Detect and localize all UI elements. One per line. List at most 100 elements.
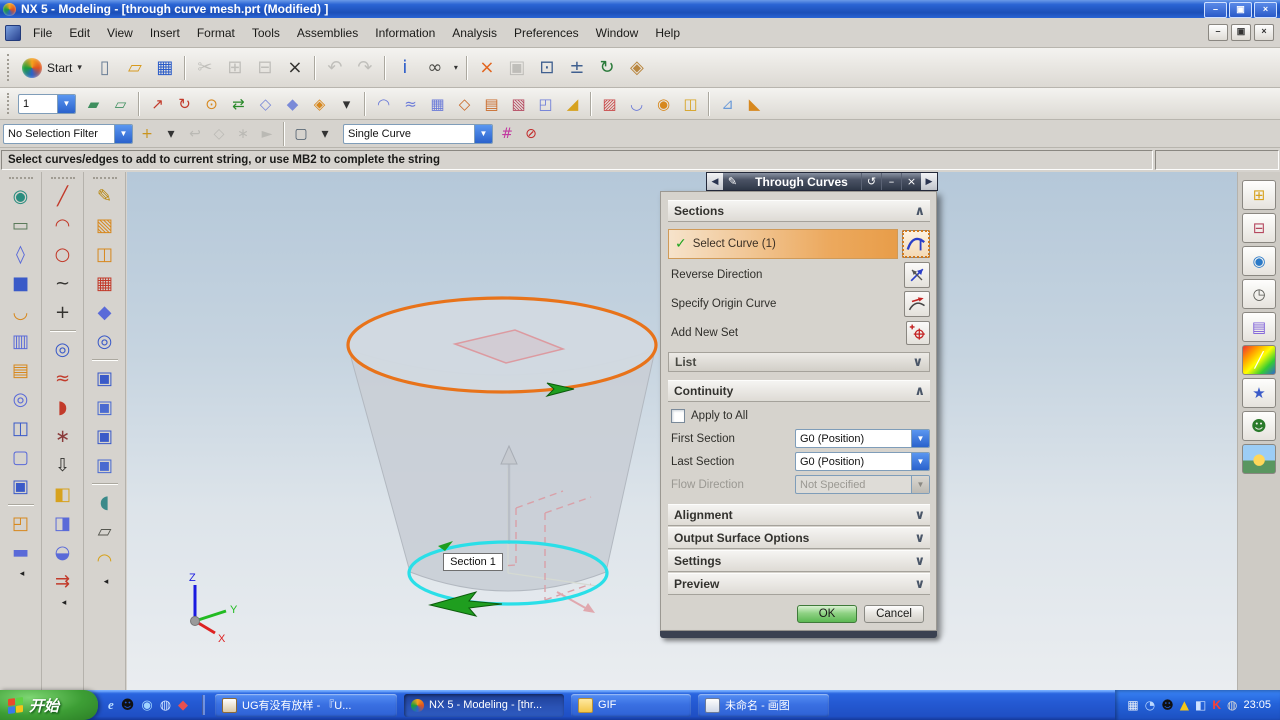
apply-to-all-checkbox[interactable] [671,409,685,423]
four-point-surface-icon[interactable]: ◫ [678,92,703,116]
circle-icon[interactable]: ○ [46,240,79,269]
wcs-dynamics-icon[interactable]: ↗ [145,92,170,116]
add-new-set-button[interactable] [906,320,930,345]
extrude-icon[interactable]: ▥ [4,327,37,356]
new-file-icon[interactable]: ▯ [91,54,119,82]
zoom-in-out-icon[interactable]: ± [563,54,591,82]
open-file-icon[interactable]: ▱ [121,54,149,82]
specify-origin-curve-button[interactable] [904,290,930,317]
cancel-button[interactable]: Cancel [864,605,924,623]
fit-view-icon[interactable]: × [473,54,501,82]
select-options-arrow[interactable]: ▾ [314,123,336,145]
doc-close-button[interactable]: × [1254,24,1274,41]
point-icon[interactable]: + [46,298,79,327]
menu-view[interactable]: View [99,23,141,43]
sketch-icon[interactable]: ✎ [88,182,121,211]
menu-insert[interactable]: Insert [142,23,188,43]
rectangle-select-icon[interactable]: ▢ [290,123,312,145]
windows-start-button[interactable]: 开始 [0,690,98,720]
tube-icon[interactable]: ◎ [88,327,121,356]
toolbar-grip[interactable] [8,177,33,179]
first-section-dropdown-arrow[interactable]: ▼ [911,430,929,447]
styled-blend-icon[interactable]: ◡ [624,92,649,116]
intersect-curve-icon[interactable]: ◒ [46,538,79,567]
menu-information[interactable]: Information [367,23,443,43]
curve-rule-combo[interactable]: Single Curve ▼ [343,123,493,144]
more-datum-arrow[interactable]: ▾ [334,92,359,116]
zoom-box-icon[interactable]: ▣ [503,54,531,82]
menu-analysis[interactable]: Analysis [444,23,505,43]
wrap-curve-icon[interactable]: ◨ [46,509,79,538]
minimize-button[interactable]: – [1204,2,1227,18]
qq-icon[interactable]: ☻ [121,698,135,713]
swept-surface-icon[interactable]: ◇ [452,92,477,116]
snap-options-arrow[interactable]: ▾ [160,123,182,145]
ruled-surface-icon[interactable]: ◠ [371,92,396,116]
menu-assemblies[interactable]: Assemblies [289,23,366,43]
assembly-navigator-icon[interactable]: ⊞ [1242,180,1276,210]
constraint-navigator-icon[interactable]: ⊟ [1242,213,1276,243]
toolbar-grip[interactable] [92,177,117,179]
boss-icon[interactable]: ▣ [88,364,121,393]
collapse-arrow-icon[interactable]: ∧ [914,204,925,219]
pan-view-icon[interactable]: ◈ [623,54,651,82]
doc-restore-button[interactable]: ▣ [1231,24,1251,41]
swoop-sheet-icon[interactable]: ◡ [4,298,37,327]
curve-on-surface-icon[interactable]: ∗ [46,422,79,451]
sections-group-header[interactable]: Sections ∧ [668,200,930,222]
undo-selection-icon[interactable]: ↩ [184,123,206,145]
n-sided-surface-icon[interactable]: ▧ [506,92,531,116]
helix-icon[interactable]: ◎ [46,335,79,364]
history-icon[interactable]: ◷ [1242,279,1276,309]
menu-preferences[interactable]: Preferences [506,23,587,43]
work-layer-dropdown-arrow[interactable]: ▼ [57,94,75,113]
profile-icon[interactable]: ◗ [46,393,79,422]
zoom-icon[interactable]: ⊡ [533,54,561,82]
offset-surface-icon[interactable]: ⊿ [715,92,740,116]
box-frame-icon[interactable]: ◰ [4,509,37,538]
law-curve-icon[interactable]: ≈ [46,364,79,393]
selection-filter-combo[interactable]: No Selection Filter ▼ [3,123,133,144]
scroll-left-icon[interactable]: ◂ [6,567,39,581]
ie-icon[interactable]: e [108,697,114,713]
menu-format[interactable]: Format [189,23,243,43]
doc-minimize-button[interactable]: – [1208,24,1228,41]
copy-icon[interactable]: ⊞ [221,54,249,82]
network-icon[interactable]: ◧ [1195,698,1206,712]
bend-sheet-icon[interactable]: ◠ [88,546,121,575]
offset-curve-icon[interactable]: ⇉ [46,567,79,596]
dialog-nav-left-button[interactable]: ◀ [707,173,723,190]
rotate-view-icon[interactable]: ↻ [593,54,621,82]
menu-file[interactable]: File [25,23,60,43]
qq-tray-icon[interactable]: ☻ [1161,698,1174,712]
scroll-left-icon[interactable]: ◂ [90,575,123,589]
materials-icon[interactable]: ▤ [1242,312,1276,342]
find-icon[interactable]: ∞ [421,54,449,82]
dialog-reset-button[interactable]: ↺ [861,173,881,190]
wcs-rotate-icon[interactable]: ↻ [172,92,197,116]
find-options-arrow[interactable]: ▾ [451,54,461,82]
selection-filter-dropdown-arrow[interactable]: ▼ [114,124,132,143]
intersection-stop-icon[interactable]: # [496,123,518,145]
bounded-sheet-icon[interactable]: ▢ [4,443,37,472]
datum-axis-icon[interactable]: ◆ [280,92,305,116]
highlight-icon[interactable]: ► [256,123,278,145]
toolbar-grip[interactable] [7,92,14,115]
trimmed-sheet-icon[interactable]: ◣ [742,92,767,116]
datum-box-icon[interactable]: ▧ [88,211,121,240]
dialog-nav-right-button[interactable]: ▶ [921,173,937,190]
dialog-drag-icon[interactable]: ✎ [723,173,742,190]
downloader-icon[interactable]: ◆ [178,698,188,713]
sheet-body-icon[interactable]: ▤ [4,356,37,385]
ok-button[interactable]: OK [797,605,857,623]
taskbar-button-paint[interactable]: 未命名 - 画图 [698,693,830,717]
expand-arrow-icon[interactable]: ∨ [914,577,925,592]
offset-sheet-icon[interactable]: ◖ [88,488,121,517]
block-icon[interactable]: ■ [4,269,37,298]
mesh-surface-icon[interactable]: ▦ [88,269,121,298]
expand-arrow-icon[interactable]: ∨ [914,554,925,569]
first-section-combo[interactable]: G0 (Position) ▼ [795,429,930,448]
toolbar-grip[interactable] [50,177,75,179]
dialog-titlebar[interactable]: ◀ ✎ Through Curves ↺ – × ▶ [706,172,938,191]
styled-sweep-icon[interactable]: ◉ [651,92,676,116]
